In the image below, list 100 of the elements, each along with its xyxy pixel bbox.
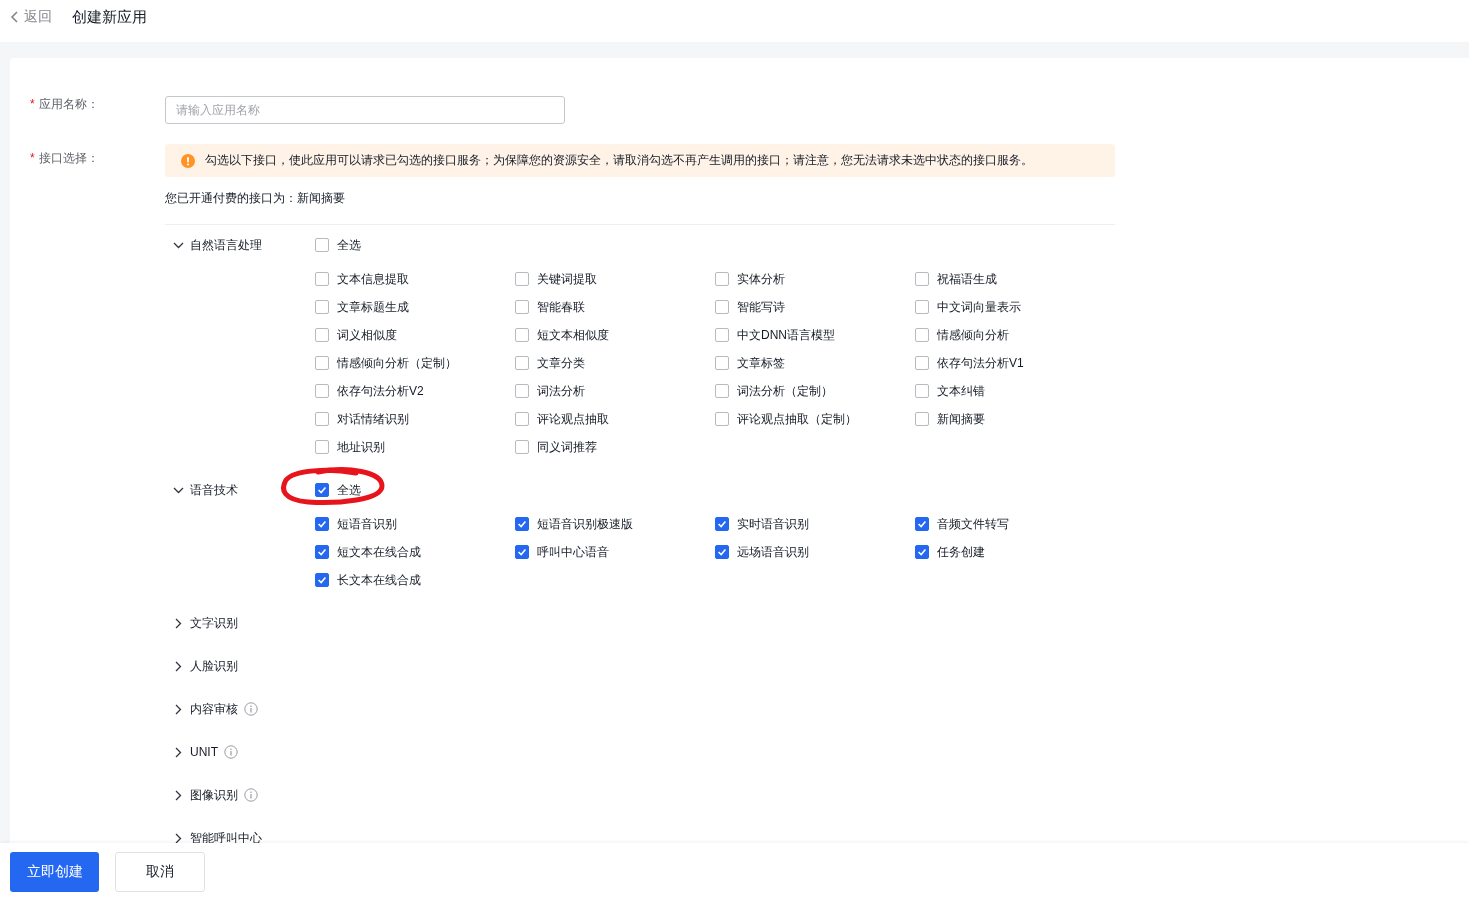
checkbox-label[interactable]: 短语音识别极速版 — [537, 515, 633, 533]
checkbox-label[interactable]: 短文本在线合成 — [337, 543, 421, 561]
chevron-right-icon[interactable] — [173, 832, 184, 844]
checkbox-label[interactable]: 智能春联 — [537, 298, 585, 316]
checkbox[interactable] — [315, 300, 329, 314]
checkbox-label[interactable]: 依存句法分析V2 — [337, 382, 424, 400]
checkbox[interactable] — [515, 440, 529, 454]
chevron-right-icon[interactable] — [173, 617, 184, 629]
checkbox-label[interactable]: 词法分析（定制） — [737, 382, 833, 400]
checkbox[interactable] — [515, 272, 529, 286]
info-icon[interactable] — [244, 788, 258, 802]
chevron-right-icon[interactable] — [173, 703, 184, 715]
checkbox-label[interactable]: 短语音识别 — [337, 515, 397, 533]
create-button[interactable]: 立即创建 — [10, 852, 99, 892]
checkbox[interactable] — [315, 517, 329, 531]
checkbox[interactable] — [515, 300, 529, 314]
checkbox[interactable] — [315, 272, 329, 286]
back-link[interactable]: 返回 — [24, 8, 52, 26]
checkbox[interactable] — [715, 384, 729, 398]
checkbox[interactable] — [315, 440, 329, 454]
category-title[interactable]: 图像识别 — [190, 786, 238, 804]
category-title[interactable]: UNIT — [190, 745, 218, 759]
info-icon[interactable] — [244, 702, 258, 716]
checkbox-label[interactable]: 短文本相似度 — [537, 326, 609, 344]
checkbox-label[interactable]: 依存句法分析V1 — [937, 354, 1024, 372]
checkbox-label[interactable]: 情感倾向分析（定制） — [337, 354, 457, 372]
checkbox[interactable] — [515, 384, 529, 398]
info-icon[interactable] — [224, 745, 238, 759]
checkbox-label[interactable]: 中文DNN语言模型 — [737, 326, 835, 344]
checkbox-label[interactable]: 地址识别 — [337, 438, 385, 456]
checkbox-label[interactable]: 实时语音识别 — [737, 515, 809, 533]
back-icon[interactable] — [8, 10, 18, 24]
checkbox-label[interactable]: 文本信息提取 — [337, 270, 409, 288]
checkbox-label[interactable]: 长文本在线合成 — [337, 571, 421, 589]
checkbox-label[interactable]: 文章标题生成 — [337, 298, 409, 316]
checkbox[interactable] — [915, 412, 929, 426]
checkbox[interactable] — [315, 483, 329, 497]
checkbox[interactable] — [515, 545, 529, 559]
checkbox[interactable] — [315, 238, 329, 252]
chevron-right-icon[interactable] — [173, 660, 184, 672]
checkbox-label[interactable]: 同义词推荐 — [537, 438, 597, 456]
check-icon — [716, 546, 728, 558]
checkbox[interactable] — [515, 328, 529, 342]
checkbox-label[interactable]: 文本纠错 — [937, 382, 985, 400]
checkbox-label[interactable]: 全选 — [337, 236, 361, 254]
checkbox-label[interactable]: 祝福语生成 — [937, 270, 997, 288]
checkbox-label[interactable]: 关键词提取 — [537, 270, 597, 288]
checkbox-label[interactable]: 评论观点抽取 — [537, 410, 609, 428]
checkbox-label[interactable]: 中文词向量表示 — [937, 298, 1021, 316]
chevron-right-icon[interactable] — [173, 746, 184, 758]
checkbox[interactable] — [715, 300, 729, 314]
input-field[interactable]: 请输入应用名称 — [165, 96, 565, 124]
checkbox-label[interactable]: 情感倾向分析 — [937, 326, 1009, 344]
checkbox[interactable] — [315, 356, 329, 370]
checkbox[interactable] — [715, 356, 729, 370]
checkbox[interactable] — [915, 300, 929, 314]
checkbox[interactable] — [715, 272, 729, 286]
checkbox[interactable] — [915, 517, 929, 531]
checkbox[interactable] — [315, 384, 329, 398]
category-title[interactable]: 语音技术 — [190, 481, 238, 499]
checkbox[interactable] — [915, 328, 929, 342]
required-mark: * — [30, 97, 35, 111]
category-title[interactable]: 文字识别 — [190, 614, 238, 632]
field-label: 应用名称： — [38, 95, 99, 113]
category-title[interactable]: 人脸识别 — [190, 657, 238, 675]
check-icon — [316, 546, 328, 558]
checkbox[interactable] — [915, 384, 929, 398]
checkbox-label[interactable]: 智能写诗 — [737, 298, 785, 316]
category-title[interactable]: 自然语言处理 — [190, 236, 262, 254]
checkbox-label[interactable]: 全选 — [337, 481, 361, 499]
checkbox[interactable] — [515, 517, 529, 531]
checkbox-label[interactable]: 呼叫中心语音 — [537, 543, 609, 561]
checkbox[interactable] — [915, 545, 929, 559]
checkbox[interactable] — [715, 328, 729, 342]
checkbox-label[interactable]: 新闻摘要 — [937, 410, 985, 428]
checkbox-label[interactable]: 音频文件转写 — [937, 515, 1009, 533]
checkbox[interactable] — [915, 356, 929, 370]
checkbox[interactable] — [315, 412, 329, 426]
checkbox-label[interactable]: 文章标签 — [737, 354, 785, 372]
checkbox[interactable] — [515, 412, 529, 426]
checkbox-label[interactable]: 词法分析 — [537, 382, 585, 400]
checkbox[interactable] — [715, 412, 729, 426]
checkbox-label[interactable]: 评论观点抽取（定制） — [737, 410, 857, 428]
category-title[interactable]: 内容审核 — [190, 700, 238, 718]
checkbox-label[interactable]: 实体分析 — [737, 270, 785, 288]
checkbox-label[interactable]: 任务创建 — [937, 543, 985, 561]
checkbox[interactable] — [515, 356, 529, 370]
checkbox-label[interactable]: 词义相似度 — [337, 326, 397, 344]
chevron-right-icon[interactable] — [173, 789, 184, 801]
cancel-button[interactable]: 取消 — [115, 852, 205, 892]
checkbox[interactable] — [915, 272, 929, 286]
checkbox[interactable] — [715, 517, 729, 531]
category-title[interactable]: 智能呼叫中心 — [190, 829, 262, 847]
checkbox-label[interactable]: 文章分类 — [537, 354, 585, 372]
checkbox[interactable] — [315, 573, 329, 587]
checkbox-label[interactable]: 对话情绪识别 — [337, 410, 409, 428]
checkbox[interactable] — [315, 328, 329, 342]
checkbox[interactable] — [715, 545, 729, 559]
checkbox-label[interactable]: 远场语音识别 — [737, 543, 809, 561]
checkbox[interactable] — [315, 545, 329, 559]
